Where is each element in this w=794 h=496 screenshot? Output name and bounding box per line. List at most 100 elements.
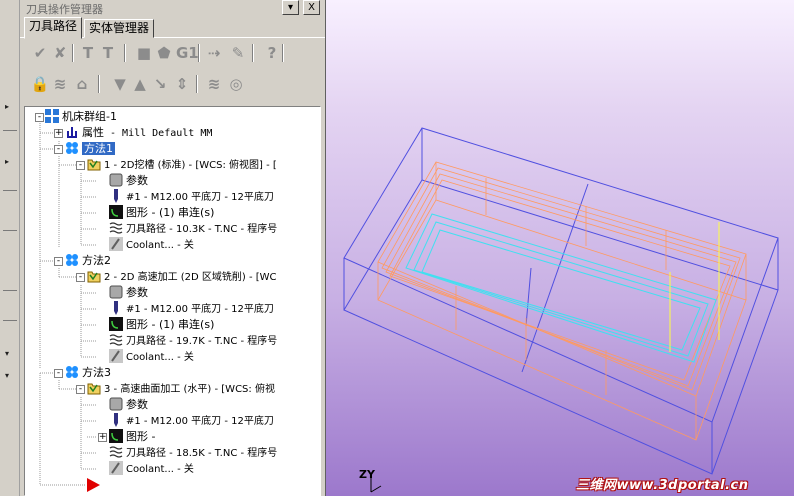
tree-machine-group-label: 机床群组-1 [62,110,117,123]
params-icon [109,173,123,187]
collapse-toggle-icon[interactable]: - [54,369,63,378]
tab-toolpaths[interactable]: 刀具路径 [24,17,83,39]
regen-all-icon[interactable]: T [78,43,98,63]
tree-toolpath-2[interactable]: 刀具路径 - 19.7K - T.NC - 程序号 [109,333,277,349]
panel-close-button[interactable]: X [303,0,320,15]
chevron-down-icon[interactable]: ▾ [5,372,9,380]
tree-method-3-label: 方法3 [82,366,111,379]
tree-properties[interactable]: 属性 - Mill Default MM [65,125,212,141]
insert-arrow-icon[interactable]: ↘ [150,74,170,94]
tree-operation-2[interactable]: 2 - 2D 高速加工 (2D 区域铣削) - [WC [87,269,277,285]
tree-properties-label: 属性 [82,126,104,139]
toolbar-separator [252,44,254,62]
tree-parameters-3[interactable]: 参数 [109,397,148,413]
highfeed-icon[interactable]: ⇢ [204,43,224,63]
tree-coolant-1[interactable]: Coolant... - 关 [109,237,194,253]
tree-operation-1[interactable]: 1 - 2D挖槽 (标准) - [WCS: 俯视图] - [ [87,157,277,173]
tree-parameters-1[interactable]: 参数 [109,173,148,189]
tree-toolpath-3[interactable]: 刀具路径 - 18.5K - T.NC - 程序号 [109,445,277,461]
divider [3,230,17,231]
tree-operation-3-label: 3 - 高速曲面加工 (水平) - [WCS: 俯视 [104,384,275,395]
tree-tool-1[interactable]: #1 - M12.00 平底刀 - 12平底刀 [109,189,274,205]
left-side-strip: ▸ ▸ ▾ ▾ [0,0,20,496]
tree-tool-2-label: #1 - M12.00 平底刀 - 12平底刀 [126,304,274,315]
divider [3,320,17,321]
tree-geometry-1[interactable]: 图形 - (1) 串连(s) [109,205,214,221]
select-dirty-icon[interactable]: ✘ [50,43,70,63]
part-3d-view[interactable] [326,0,794,496]
tree-geometry-2[interactable]: 图形 - (1) 串连(s) [109,317,214,333]
operations-tree[interactable]: - 机床群组-1 + 属性 - Mill Default MM - 方法1-1 - 2D挖… [24,106,321,496]
toolpath-manager-panel: 刀具操作管理器 ▾ X 实体管理器 刀具路径 ✔ ✘ T T ■ ⬟ G1 ⇢ ✎? 🔒 ≋ ⌂ ▼ ▲… [20,0,325,496]
toolbar-separator [282,44,284,62]
collapse-toggle-icon[interactable]: - [54,257,63,266]
divider [3,130,17,131]
collapse-toggle-icon[interactable]: - [76,385,85,394]
collapse-icon[interactable]: ◎ [226,74,246,94]
delete-ops-icon[interactable]: ✎ [228,43,248,63]
toolbar-separator [198,44,200,62]
post-icon[interactable]: G1 [176,43,199,63]
panel-menu-button[interactable]: ▾ [282,0,299,15]
tree-parameters-2[interactable]: 参数 [109,285,148,301]
tree-coolant-3[interactable]: Coolant... - 关 [109,461,194,477]
insert-icon [85,477,100,492]
scroll-icon[interactable]: ⇕ [172,74,192,94]
help-icon[interactable]: ? [262,43,282,63]
tree-parameters-3-label: 参数 [126,398,148,411]
tree-toolpath-1[interactable]: 刀具路径 - 10.3K - T.NC - 程序号 [109,221,277,237]
lock-icon[interactable]: 🔒 [30,74,50,94]
panel-title-bar[interactable]: 刀具操作管理器 ▾ X [20,0,325,16]
tree-geometry-3-label: 图形 - [126,430,156,443]
move-down-icon[interactable]: ▼ [110,74,130,94]
folder-icon [87,381,101,395]
collapse-toggle-icon[interactable]: - [76,273,85,282]
toolbar-separator [72,44,74,62]
regen-dirty-icon[interactable]: T [98,43,118,63]
chevron-right-icon[interactable]: ▸ [5,158,9,166]
path-icon [109,445,123,459]
single-op-icon[interactable]: ≋ [204,74,224,94]
tree-method-1-label: 方法1 [82,142,115,155]
tree-parameters-1-label: 参数 [126,174,148,187]
tree-operation-1-label: 1 - 2D挖槽 (标准) - [WCS: 俯视图] - [ [104,160,277,171]
tree-toolpath-2-label: 刀具路径 - 19.7K - T.NC - 程序号 [126,336,278,347]
tree-method-2[interactable]: 方法2 [65,253,111,269]
toggle-post-icon[interactable]: ⌂ [72,74,92,94]
tree-insert-arrow[interactable] [85,477,102,493]
stock-wireframe [343,127,779,475]
collapse-toggle-icon[interactable]: - [54,145,63,154]
backplot-icon[interactable]: ■ [134,43,154,63]
verify-icon[interactable]: ⬟ [154,43,174,63]
tree-operation-3[interactable]: 3 - 高速曲面加工 (水平) - [WCS: 俯视 [87,381,275,397]
tree-method-2-label: 方法2 [82,254,111,267]
toggle-display-icon[interactable]: ≋ [50,74,70,94]
tool-icon [109,189,123,203]
divider [3,190,17,191]
toolpath-roughing [377,161,747,441]
tree-toolpath-1-label: 刀具路径 - 10.3K - T.NC - 程序号 [126,224,278,235]
tab-solids-manager[interactable]: 实体管理器 [84,19,155,38]
tree-tool-3[interactable]: #1 - M12.00 平底刀 - 12平底刀 [109,413,274,429]
select-all-icon[interactable]: ✔ [30,43,50,63]
tool-icon [109,301,123,315]
tree-coolant-2-label: Coolant... - 关 [126,352,194,363]
tree-method-1[interactable]: 方法1 [65,141,115,157]
collapse-toggle-icon[interactable]: - [35,113,44,122]
chevron-down-icon[interactable]: ▾ [5,350,9,358]
tree-geometry-3[interactable]: 图形 - [109,429,155,445]
tree-tool-2[interactable]: #1 - M12.00 平底刀 - 12平底刀 [109,301,274,317]
method-icon [65,141,79,155]
tree-coolant-1-label: Coolant... - 关 [126,240,194,251]
tree-machine-group[interactable]: 机床群组-1 [45,109,117,125]
expand-toggle-icon[interactable]: + [54,129,63,138]
expand-toggle-icon[interactable]: + [98,433,107,442]
move-up-icon[interactable]: ▲ [130,74,150,94]
tree-coolant-2[interactable]: Coolant... - 关 [109,349,194,365]
tree-method-3[interactable]: 方法3 [65,365,111,381]
collapse-toggle-icon[interactable]: - [76,161,85,170]
tree-coolant-3-label: Coolant... - 关 [126,464,194,475]
folder-icon [87,269,101,283]
graphics-viewport[interactable]: ZY 三维网www.3dportal.cn [325,0,794,496]
chevron-right-icon[interactable]: ▸ [5,103,9,111]
